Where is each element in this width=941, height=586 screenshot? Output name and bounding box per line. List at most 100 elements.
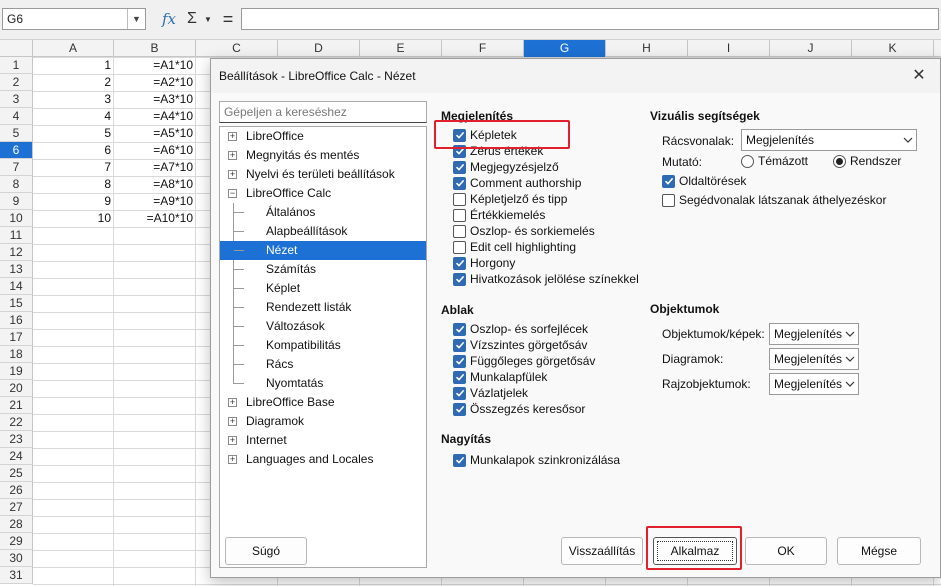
- checkbox-checked-icon[interactable]: [453, 370, 466, 384]
- row-header-19[interactable]: 19: [0, 363, 33, 380]
- row-header-4[interactable]: 4: [0, 108, 33, 125]
- column-header-a[interactable]: A: [33, 40, 114, 57]
- cell-b10[interactable]: =A10*10: [114, 210, 196, 227]
- checkbox-checked-icon[interactable]: [453, 354, 466, 368]
- formula-equals-icon[interactable]: =: [220, 9, 236, 29]
- row-header-9[interactable]: 9: [0, 193, 33, 210]
- tree-item[interactable]: + Diagramok: [220, 412, 426, 431]
- options-tree[interactable]: + LibreOffice + Megnyitás és mentés + Nyelvi …: [219, 126, 427, 568]
- name-box[interactable]: G6 ▼: [2, 8, 146, 30]
- row-header-8[interactable]: 8: [0, 176, 33, 193]
- row-header-2[interactable]: 2: [0, 74, 33, 91]
- checkbox-checked-icon[interactable]: [453, 453, 466, 467]
- checkbox-checked-icon[interactable]: [662, 174, 675, 188]
- expand-icon[interactable]: +: [228, 398, 237, 407]
- tree-item[interactable]: Képlet: [220, 279, 426, 298]
- cell-a2[interactable]: 2: [33, 74, 114, 91]
- cell-b2[interactable]: =A2*10: [114, 74, 196, 91]
- cell-b9[interactable]: =A9*10: [114, 193, 196, 210]
- cell-b7[interactable]: =A7*10: [114, 159, 196, 176]
- row-header-20[interactable]: 20: [0, 380, 33, 397]
- row-header-12[interactable]: 12: [0, 244, 33, 261]
- cell-a5[interactable]: 5: [33, 125, 114, 142]
- cell-a3[interactable]: 3: [33, 91, 114, 108]
- row-header-7[interactable]: 7: [0, 159, 33, 176]
- radio-system[interactable]: [833, 154, 846, 168]
- gridlines-select[interactable]: Megjelenítés: [741, 129, 917, 151]
- search-input[interactable]: [220, 102, 426, 122]
- column-header-c[interactable]: C: [196, 40, 278, 57]
- row-header-23[interactable]: 23: [0, 431, 33, 448]
- column-header-f[interactable]: F: [442, 40, 524, 57]
- objects-select[interactable]: Megjelenítés: [769, 373, 859, 395]
- display-option[interactable]: Értékkiemelés: [453, 207, 545, 223]
- display-option[interactable]: Horgony: [453, 255, 515, 271]
- row-header-1[interactable]: 1: [0, 57, 33, 74]
- tree-item[interactable]: Számítás: [220, 260, 426, 279]
- function-wizard-icon[interactable]: fx: [160, 9, 178, 29]
- column-header-e[interactable]: E: [360, 40, 442, 57]
- row-header-15[interactable]: 15: [0, 295, 33, 312]
- checkbox-checked-icon[interactable]: [453, 272, 466, 286]
- row-header-27[interactable]: 27: [0, 499, 33, 516]
- display-option[interactable]: Képletjelző és tipp: [453, 191, 567, 207]
- window-option[interactable]: Munkalapfülek: [453, 369, 547, 385]
- tree-item[interactable]: Nézet: [220, 241, 426, 260]
- window-option[interactable]: Oszlop- és sorfejlécek: [453, 321, 588, 337]
- display-option[interactable]: Edit cell highlighting: [453, 239, 576, 255]
- visual-option[interactable]: Segédvonalak látszanak áthelyezéskor: [662, 192, 886, 208]
- tree-item[interactable]: Rendezett listák: [220, 298, 426, 317]
- cancel-button[interactable]: Mégse: [837, 537, 921, 565]
- formula-input[interactable]: [241, 8, 939, 30]
- zoom-option[interactable]: Munkalapok szinkronizálása: [453, 452, 620, 468]
- cell-a10[interactable]: 10: [33, 210, 114, 227]
- column-header-k[interactable]: K: [852, 40, 934, 57]
- cell-b5[interactable]: =A5*10: [114, 125, 196, 142]
- expand-icon[interactable]: +: [228, 151, 237, 160]
- checkbox-checked-icon[interactable]: [453, 322, 466, 336]
- row-header-6[interactable]: 6: [0, 142, 33, 159]
- tree-item[interactable]: − LibreOffice Calc: [220, 184, 426, 203]
- expand-icon[interactable]: +: [228, 436, 237, 445]
- cell-a1[interactable]: 1: [33, 57, 114, 74]
- row-header-29[interactable]: 29: [0, 533, 33, 550]
- cell-a4[interactable]: 4: [33, 108, 114, 125]
- expand-icon[interactable]: +: [228, 455, 237, 464]
- column-header-h[interactable]: H: [606, 40, 688, 57]
- tree-item[interactable]: + Languages and Locales: [220, 450, 426, 469]
- tree-item[interactable]: Rács: [220, 355, 426, 374]
- expand-icon[interactable]: +: [228, 170, 237, 179]
- display-option[interactable]: Hivatkozások jelölése színekkel: [453, 271, 639, 287]
- row-header-18[interactable]: 18: [0, 346, 33, 363]
- tree-item[interactable]: Nyomtatás: [220, 374, 426, 393]
- reset-button[interactable]: Visszaállítás: [561, 537, 643, 565]
- display-option[interactable]: Comment authorship: [453, 175, 581, 191]
- row-header-17[interactable]: 17: [0, 329, 33, 346]
- column-header-i[interactable]: I: [688, 40, 770, 57]
- cell-a9[interactable]: 9: [33, 193, 114, 210]
- checkbox-checked-icon[interactable]: [453, 160, 466, 174]
- display-option[interactable]: Megjegyzésjelző: [453, 159, 559, 175]
- checkbox-checked-icon[interactable]: [453, 338, 466, 352]
- cell-b1[interactable]: =A1*10: [114, 57, 196, 74]
- checkbox-checked-icon[interactable]: [453, 256, 466, 270]
- row-header-26[interactable]: 26: [0, 482, 33, 499]
- tree-item[interactable]: Általános: [220, 203, 426, 222]
- expand-icon[interactable]: +: [228, 132, 237, 141]
- chevron-down-icon[interactable]: ▼: [127, 9, 145, 29]
- window-option[interactable]: Összegzés keresősor: [453, 401, 585, 417]
- cell-b4[interactable]: =A4*10: [114, 108, 196, 125]
- row-header-10[interactable]: 10: [0, 210, 33, 227]
- checkbox-checked-icon[interactable]: [453, 402, 466, 416]
- pointer-system-radio[interactable]: Rendszer: [833, 153, 901, 169]
- window-option[interactable]: Vízszintes görgetősáv: [453, 337, 587, 353]
- radio-themed[interactable]: [741, 154, 754, 168]
- checkbox-checked-icon[interactable]: [453, 386, 466, 400]
- row-header-31[interactable]: 31: [0, 567, 33, 584]
- collapse-icon[interactable]: −: [228, 189, 237, 198]
- checkbox-icon[interactable]: [453, 240, 466, 254]
- select-all-corner[interactable]: [0, 40, 33, 57]
- column-header-g[interactable]: G: [524, 40, 606, 57]
- row-header-3[interactable]: 3: [0, 91, 33, 108]
- row-header-5[interactable]: 5: [0, 125, 33, 142]
